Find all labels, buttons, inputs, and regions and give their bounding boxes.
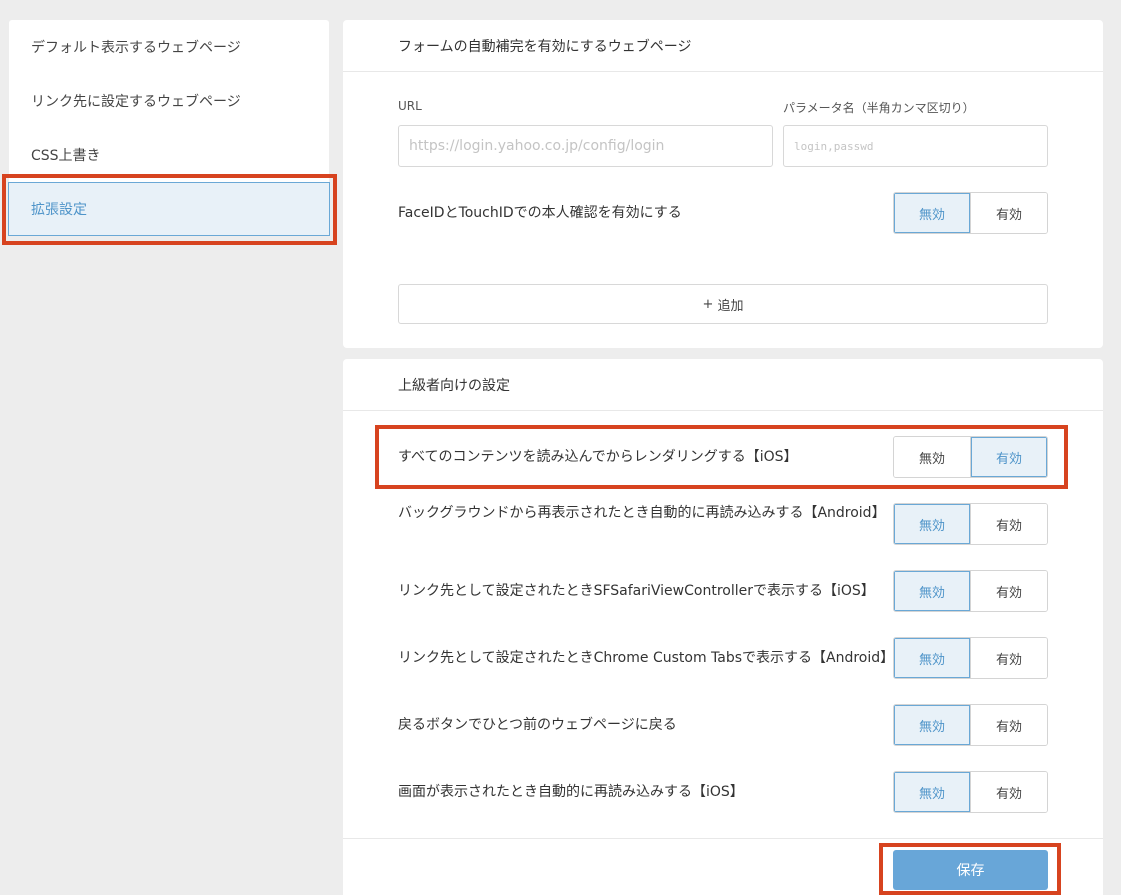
sidebar-item-extended-settings[interactable]: 拡張設定 bbox=[8, 182, 330, 236]
advanced-card: 上級者向けの設定 すべてのコンテンツを読み込んでからレンダリングする【iOS】 … bbox=[343, 359, 1103, 895]
advanced-row-label: 戻るボタンでひとつ前のウェブページに戻る bbox=[398, 717, 677, 733]
toggle-off-option[interactable]: 無効 bbox=[894, 638, 970, 678]
toggle-off-option[interactable]: 無効 bbox=[894, 571, 970, 611]
sidebar-item-label: CSS上書き bbox=[31, 148, 101, 164]
plus-icon: + bbox=[702, 296, 714, 312]
add-button[interactable]: + 追加 bbox=[398, 284, 1048, 324]
url-label: URL bbox=[398, 99, 422, 113]
toggle-on-option[interactable]: 有効 bbox=[970, 638, 1047, 678]
advanced-row-toggle: 無効 有効 bbox=[893, 704, 1048, 746]
save-button[interactable]: 保存 bbox=[893, 850, 1048, 890]
toggle-off-option[interactable]: 無効 bbox=[894, 437, 970, 477]
param-label: パラメータ名（半角カンマ区切り） bbox=[783, 101, 975, 115]
add-button-label: 追加 bbox=[717, 298, 744, 314]
settings-page: デフォルト表示するウェブページ リンク先に設定するウェブページ CSS上書き 拡… bbox=[0, 0, 1121, 895]
sidebar-item-link-page[interactable]: リンク先に設定するウェブページ bbox=[9, 74, 329, 128]
toggle-on-option[interactable]: 有効 bbox=[970, 504, 1047, 544]
advanced-row-toggle: 無効 有効 bbox=[893, 637, 1048, 679]
advanced-row-toggle: 無効 有効 bbox=[893, 771, 1048, 813]
advanced-row-label: リンク先として設定されたときChrome Custom Tabsで表示する【An… bbox=[398, 650, 895, 666]
toggle-off-option[interactable]: 無効 bbox=[894, 705, 970, 745]
sidebar-item-default-page[interactable]: デフォルト表示するウェブページ bbox=[9, 20, 329, 74]
toggle-off-option[interactable]: 無効 bbox=[894, 193, 970, 233]
advanced-row-toggle: 無効 有効 bbox=[893, 570, 1048, 612]
toggle-on-option[interactable]: 有効 bbox=[970, 705, 1047, 745]
toggle-on-option[interactable]: 有効 bbox=[970, 193, 1047, 233]
advanced-row-toggle: 無効 有効 bbox=[893, 503, 1048, 545]
autofill-card-title: フォームの自動補完を有効にするウェブページ bbox=[343, 20, 1103, 72]
biometric-toggle: 無効 有効 bbox=[893, 192, 1048, 234]
advanced-row-label: すべてのコンテンツを読み込んでからレンダリングする【iOS】 bbox=[398, 449, 798, 465]
toggle-off-option[interactable]: 無効 bbox=[894, 504, 970, 544]
sidebar-item-label: デフォルト表示するウェブページ bbox=[31, 40, 241, 56]
sidebar: デフォルト表示するウェブページ リンク先に設定するウェブページ CSS上書き 拡… bbox=[8, 20, 330, 236]
sidebar-item-css-override[interactable]: CSS上書き bbox=[9, 128, 329, 182]
advanced-row-toggle: 無効 有効 bbox=[893, 436, 1048, 478]
toggle-on-option[interactable]: 有効 bbox=[970, 571, 1047, 611]
autofill-card: フォームの自動補完を有効にするウェブページ URL パラメータ名（半角カンマ区切… bbox=[343, 20, 1103, 348]
param-input[interactable] bbox=[783, 125, 1048, 167]
advanced-row-label: バックグラウンドから再表示されたとき自動的に再読み込みする【Android】 bbox=[398, 505, 886, 521]
toggle-on-option[interactable]: 有効 bbox=[970, 772, 1047, 812]
toggle-on-option[interactable]: 有効 bbox=[970, 437, 1047, 477]
footer-divider bbox=[343, 838, 1103, 839]
advanced-row-label: リンク先として設定されたときSFSafariViewControllerで表示す… bbox=[398, 583, 875, 599]
advanced-card-title: 上級者向けの設定 bbox=[343, 359, 1103, 411]
advanced-row-label: 画面が表示されたとき自動的に再読み込みする【iOS】 bbox=[398, 784, 744, 800]
url-input[interactable] bbox=[398, 125, 773, 167]
biometric-label: FaceIDとTouchIDでの本人確認を有効にする bbox=[398, 205, 682, 221]
toggle-off-option[interactable]: 無効 bbox=[894, 772, 970, 812]
sidebar-item-label: リンク先に設定するウェブページ bbox=[31, 94, 241, 110]
sidebar-item-label: 拡張設定 bbox=[31, 202, 87, 218]
